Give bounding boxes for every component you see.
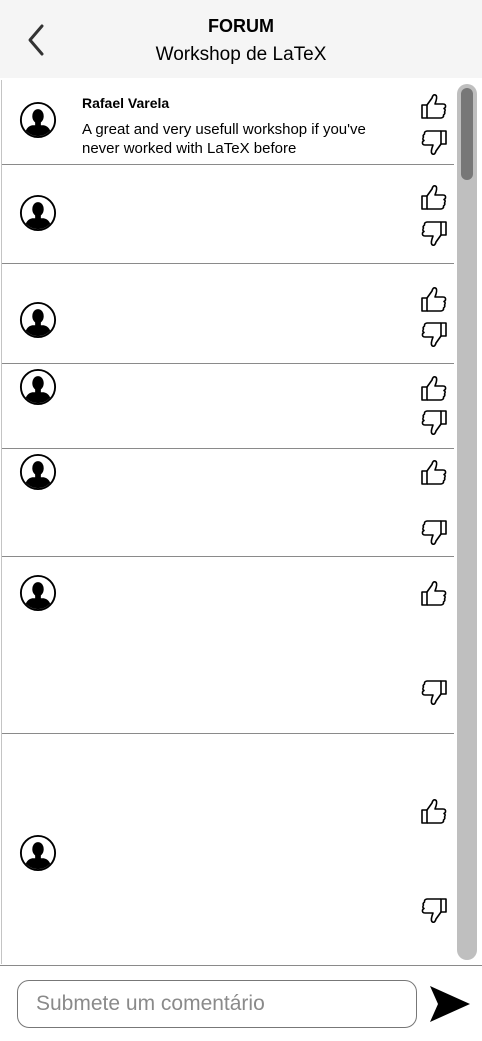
user-avatar-icon [19,834,57,872]
thumbs-up-icon[interactable] [419,285,449,315]
user-avatar-icon [19,194,57,232]
thumbs-down-icon[interactable] [419,895,449,925]
comment-item [2,449,454,557]
comment-item [2,264,454,364]
comment-composer [0,965,482,1041]
scrollbar-track[interactable] [457,84,477,960]
send-icon[interactable] [428,984,472,1024]
thumbs-up-icon[interactable] [419,374,449,404]
thumbs-down-icon[interactable] [419,407,449,437]
thumbs-up-icon[interactable] [419,183,449,213]
page-subtitle: Workshop de LaTeX [155,44,327,65]
thumbs-down-icon[interactable] [419,218,449,248]
thumbs-down-icon[interactable] [419,319,449,349]
comment-item: Rafael Varela A great and very usefull w… [2,80,454,165]
comment-input[interactable] [17,980,417,1028]
comment-text: A great and very usefull workshop if you… [82,121,366,157]
user-avatar-icon [19,368,57,406]
page-title: FORUM [208,16,274,36]
thumbs-up-icon[interactable] [419,458,449,488]
comment-list[interactable]: Rafael Varela A great and very usefull w… [1,80,456,964]
user-avatar-icon [19,574,57,612]
thumbs-up-icon[interactable] [419,92,449,122]
thumbs-down-icon[interactable] [419,677,449,707]
comment-item [2,557,454,734]
user-avatar-icon [19,101,57,139]
comment-item [2,165,454,264]
header-bar: FORUM Workshop de LaTeX [0,0,482,78]
comment-author: Rafael Varela [82,95,170,111]
comment-item [2,734,454,964]
thumbs-down-icon[interactable] [419,517,449,547]
thumbs-down-icon[interactable] [419,127,449,157]
comment-item [2,364,454,449]
thumbs-up-icon[interactable] [419,797,449,827]
thumbs-up-icon[interactable] [419,579,449,609]
scrollbar-thumb[interactable] [461,88,473,180]
user-avatar-icon [19,453,57,491]
user-avatar-icon [19,301,57,339]
